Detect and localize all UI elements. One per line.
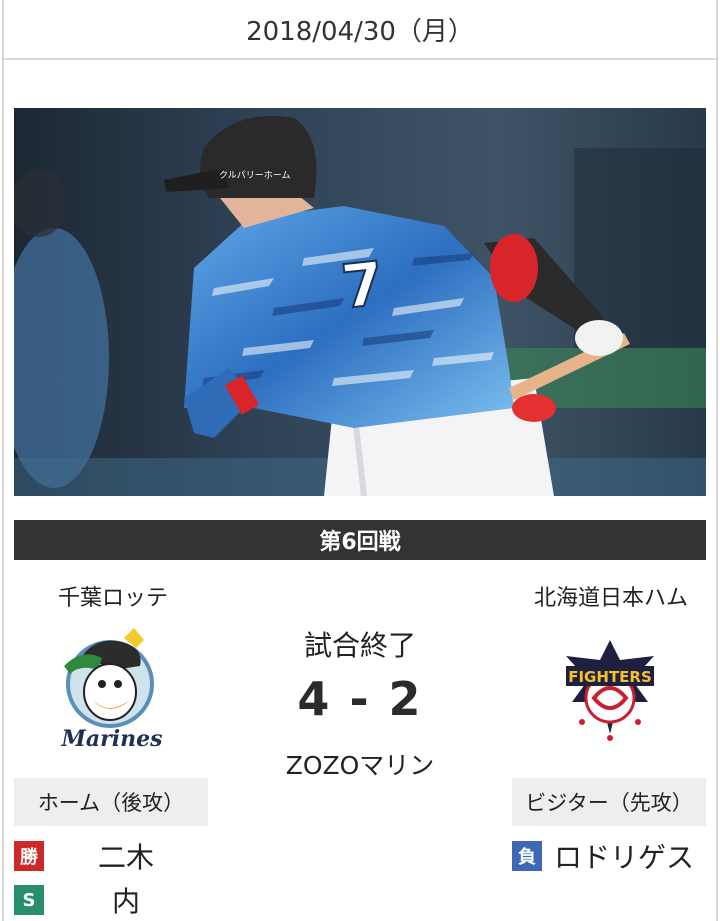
game-photo: 7 クルパリーホーム bbox=[14, 108, 706, 496]
right-border bbox=[716, 0, 718, 921]
svg-text:Marines: Marines bbox=[61, 726, 163, 752]
svg-text:7: 7 bbox=[338, 249, 387, 323]
svg-text:クルパリーホーム: クルパリーホーム bbox=[219, 170, 290, 181]
left-border bbox=[2, 0, 4, 921]
fighters-logo-icon[interactable]: FIGHTERS bbox=[550, 626, 670, 758]
game-round-bar: 第6回戦 bbox=[14, 520, 706, 560]
game-date: 2018/04/30（月） bbox=[4, 0, 716, 60]
game-status: 試合終了 bbox=[303, 629, 416, 662]
save-badge: S bbox=[14, 885, 44, 915]
save-pitcher-name[interactable]: 内 bbox=[112, 880, 140, 920]
stadium-name: ZOZOマリン bbox=[285, 751, 435, 780]
win-pitcher-name[interactable]: 二木 bbox=[98, 836, 154, 876]
marines-logo-icon[interactable]: Marines bbox=[52, 626, 172, 758]
home-team-name[interactable]: 千葉ロッテ bbox=[8, 580, 218, 612]
win-badge: 勝 bbox=[14, 841, 44, 871]
visitor-loss-pitcher: 負 ロドリゲス bbox=[512, 840, 694, 874]
visitor-team-name[interactable]: 北海道日本ハム bbox=[506, 580, 716, 612]
game-result-page: 2018/04/30（月） 7 クルパリーホーム 第6回戦 千葉ロッテ 北海道日… bbox=[0, 0, 720, 921]
visitor-side-label: ビジター（先攻） bbox=[512, 778, 706, 826]
svg-text:FIGHTERS: FIGHTERS bbox=[568, 668, 652, 686]
home-win-pitcher: 勝 二木 bbox=[14, 840, 154, 874]
loss-pitcher-name[interactable]: ロドリゲス bbox=[554, 836, 694, 876]
home-save-pitcher: S 内 bbox=[14, 884, 140, 918]
game-score: 4 - 2 bbox=[297, 672, 423, 726]
home-side-label: ホーム（後攻） bbox=[14, 778, 208, 826]
loss-badge: 負 bbox=[512, 841, 542, 871]
